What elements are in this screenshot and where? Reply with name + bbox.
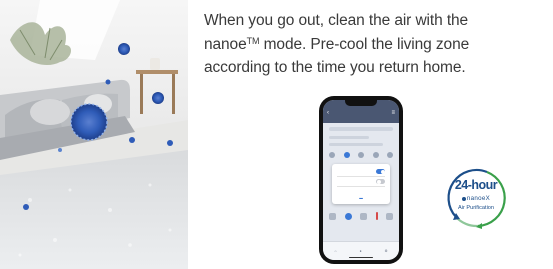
- menu-icon: ≡: [391, 110, 395, 116]
- app-controls: [329, 212, 393, 220]
- back-arrow-icon: ‹: [327, 110, 329, 116]
- app-info-line: [329, 143, 383, 146]
- control-icon: [360, 212, 367, 220]
- living-room-photo: [0, 0, 188, 269]
- power-icon: [344, 212, 352, 220]
- badge-subtitle: Air Purification: [457, 205, 495, 211]
- smartphone-image: ‹ ≡ ▬ ⌂ ● ⚙: [319, 96, 403, 264]
- toggle-switch-off: [376, 179, 385, 184]
- home-indicator: [349, 256, 373, 258]
- description-line-3: according to the time you return home.: [204, 59, 466, 76]
- app-dialog: ▬: [332, 164, 390, 204]
- control-icon: [329, 212, 336, 220]
- dialog-option: [337, 177, 385, 187]
- dialog-ok-button: ▬: [359, 196, 363, 200]
- mode-icon: [329, 152, 335, 158]
- badge-hours-text: 24-hour: [454, 178, 498, 192]
- mode-icon: [372, 152, 379, 158]
- dialog-option: [337, 167, 385, 177]
- app-mode-icons: [329, 152, 393, 158]
- app-info-line: [329, 136, 369, 139]
- trademark-mark: TM: [246, 35, 260, 46]
- description-text: When you go out, clean the air with the …: [204, 9, 550, 80]
- description-line-2-post: mode. Pre-cool the living zone: [259, 35, 470, 53]
- control-icon: [386, 212, 393, 220]
- nanoe-x-logo: nanoeX: [443, 195, 509, 202]
- nav-center-icon: ●: [359, 249, 362, 253]
- nanoe-x-logo-text: nanoeX: [466, 195, 491, 202]
- nav-settings-icon: ⚙: [384, 249, 388, 253]
- air-purification-badge: 24-hour nanoeX Air Purification: [443, 165, 509, 231]
- app-screen: ‹ ≡ ▬ ⌂ ● ⚙: [323, 100, 399, 260]
- description-line-1: When you go out, clean the air with the: [204, 12, 469, 29]
- mode-icon: [358, 152, 364, 158]
- control-icon: [375, 212, 378, 220]
- mode-icon: [387, 152, 393, 158]
- description-line-2-pre: nanoe: [204, 35, 247, 53]
- phone-notch: [345, 100, 377, 106]
- mode-icon: [343, 152, 350, 158]
- app-status-bar: [329, 127, 393, 131]
- nav-home-icon: ⌂: [334, 249, 337, 253]
- nanoe-dot-icon: [461, 196, 466, 201]
- toggle-switch-on: [376, 169, 385, 174]
